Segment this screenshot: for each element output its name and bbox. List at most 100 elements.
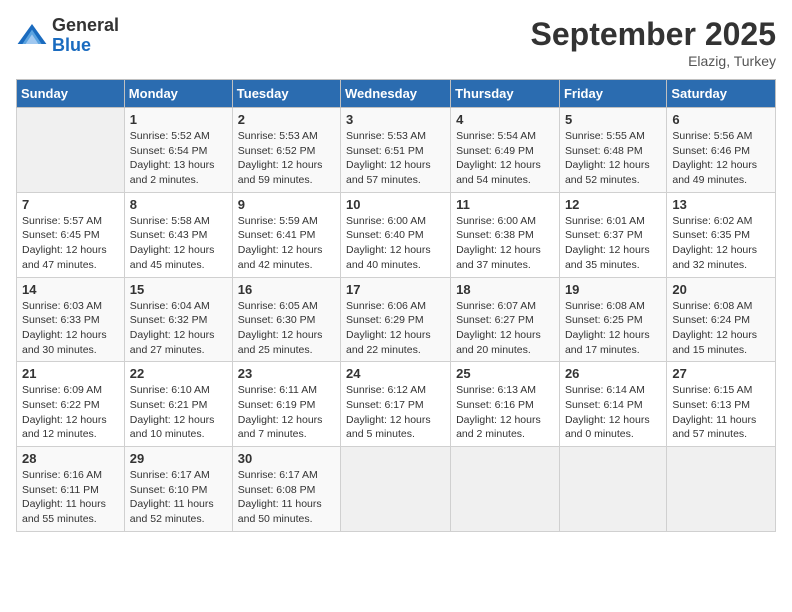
logo-icon bbox=[16, 20, 48, 52]
title-block: September 2025 Elazig, Turkey bbox=[531, 16, 776, 69]
day-info: Sunrise: 5:59 AMSunset: 6:41 PMDaylight:… bbox=[238, 214, 335, 273]
header-day-tuesday: Tuesday bbox=[232, 80, 340, 108]
day-info: Sunrise: 6:05 AMSunset: 6:30 PMDaylight:… bbox=[238, 299, 335, 358]
day-number: 15 bbox=[130, 282, 227, 297]
calendar-cell bbox=[341, 447, 451, 532]
calendar-cell: 11Sunrise: 6:00 AMSunset: 6:38 PMDayligh… bbox=[451, 192, 560, 277]
day-info: Sunrise: 6:14 AMSunset: 6:14 PMDaylight:… bbox=[565, 383, 661, 442]
day-number: 14 bbox=[22, 282, 119, 297]
day-number: 5 bbox=[565, 112, 661, 127]
calendar-cell: 28 Sunrise: 6:16 AMSunset: 6:11 PMDayligh… bbox=[17, 447, 125, 532]
calendar-cell: 18Sunrise: 6:07 AMSunset: 6:27 PMDayligh… bbox=[451, 277, 560, 362]
day-info: Sunrise: 5:55 AMSunset: 6:48 PMDaylight:… bbox=[565, 129, 661, 188]
calendar-cell: 14 Sunrise: 6:03 AMSunset: 6:33 PMDayligh… bbox=[17, 277, 125, 362]
header-day-thursday: Thursday bbox=[451, 80, 560, 108]
calendar-cell: 17 Sunrise: 6:06 AMSunset: 6:29 PMDayligh… bbox=[341, 277, 451, 362]
day-number: 22 bbox=[130, 366, 227, 381]
day-info: Sunrise: 6:09 AMSunset: 6:22 PMDaylight:… bbox=[22, 383, 119, 442]
calendar-week-3: 14 Sunrise: 6:03 AMSunset: 6:33 PMDayligh… bbox=[17, 277, 776, 362]
day-info: Sunrise: 6:15 AMSunset: 6:13 PMDaylight:… bbox=[672, 383, 770, 442]
calendar-cell: 13 Sunrise: 6:02 AMSunset: 6:35 PMDayligh… bbox=[667, 192, 776, 277]
calendar-cell: 25Sunrise: 6:13 AMSunset: 6:16 PMDayligh… bbox=[451, 362, 560, 447]
day-number: 23 bbox=[238, 366, 335, 381]
calendar-cell: 29 Sunrise: 6:17 AMSunset: 6:10 PMDayligh… bbox=[124, 447, 232, 532]
calendar-cell: 7 Sunrise: 5:57 AMSunset: 6:45 PMDaylight… bbox=[17, 192, 125, 277]
day-number: 6 bbox=[672, 112, 770, 127]
calendar-body: 1Sunrise: 5:52 AMSunset: 6:54 PMDaylight… bbox=[17, 108, 776, 532]
day-number: 9 bbox=[238, 197, 335, 212]
day-info: Sunrise: 6:10 AMSunset: 6:21 PMDaylight:… bbox=[130, 383, 227, 442]
day-number: 26 bbox=[565, 366, 661, 381]
day-number: 2 bbox=[238, 112, 335, 127]
calendar-cell: 16 Sunrise: 6:05 AMSunset: 6:30 PMDayligh… bbox=[232, 277, 340, 362]
calendar-cell bbox=[667, 447, 776, 532]
day-info: Sunrise: 5:58 AMSunset: 6:43 PMDaylight:… bbox=[130, 214, 227, 273]
day-number: 8 bbox=[130, 197, 227, 212]
day-number: 17 bbox=[346, 282, 445, 297]
location-subtitle: Elazig, Turkey bbox=[531, 53, 776, 69]
day-info: Sunrise: 5:53 AMSunset: 6:52 PMDaylight:… bbox=[238, 129, 335, 188]
day-info: Sunrise: 6:17 AMSunset: 6:08 PMDaylight:… bbox=[238, 468, 335, 527]
calendar-cell: 22 Sunrise: 6:10 AMSunset: 6:21 PMDayligh… bbox=[124, 362, 232, 447]
day-info: Sunrise: 5:57 AMSunset: 6:45 PMDaylight:… bbox=[22, 214, 119, 273]
calendar-cell bbox=[451, 447, 560, 532]
header-day-friday: Friday bbox=[559, 80, 666, 108]
day-info: Sunrise: 6:00 AMSunset: 6:40 PMDaylight:… bbox=[346, 214, 445, 273]
day-number: 25 bbox=[456, 366, 554, 381]
calendar-week-4: 21 Sunrise: 6:09 AMSunset: 6:22 PMDayligh… bbox=[17, 362, 776, 447]
day-number: 28 bbox=[22, 451, 119, 466]
day-info: Sunrise: 6:06 AMSunset: 6:29 PMDaylight:… bbox=[346, 299, 445, 358]
calendar-cell: 5 Sunrise: 5:55 AMSunset: 6:48 PMDaylight… bbox=[559, 108, 666, 193]
day-number: 29 bbox=[130, 451, 227, 466]
month-title: September 2025 bbox=[531, 16, 776, 53]
calendar-cell bbox=[559, 447, 666, 532]
day-info: Sunrise: 6:01 AMSunset: 6:37 PMDaylight:… bbox=[565, 214, 661, 273]
day-info: Sunrise: 6:17 AMSunset: 6:10 PMDaylight:… bbox=[130, 468, 227, 527]
logo-general-text: General bbox=[52, 16, 119, 36]
day-number: 27 bbox=[672, 366, 770, 381]
day-number: 18 bbox=[456, 282, 554, 297]
day-info: Sunrise: 6:02 AMSunset: 6:35 PMDaylight:… bbox=[672, 214, 770, 273]
day-number: 30 bbox=[238, 451, 335, 466]
calendar-cell: 19 Sunrise: 6:08 AMSunset: 6:25 PMDayligh… bbox=[559, 277, 666, 362]
calendar-table: SundayMondayTuesdayWednesdayThursdayFrid… bbox=[16, 79, 776, 532]
header-day-wednesday: Wednesday bbox=[341, 80, 451, 108]
day-info: Sunrise: 5:54 AMSunset: 6:49 PMDaylight:… bbox=[456, 129, 554, 188]
day-number: 16 bbox=[238, 282, 335, 297]
day-info: Sunrise: 5:52 AMSunset: 6:54 PMDaylight:… bbox=[130, 129, 227, 188]
day-number: 19 bbox=[565, 282, 661, 297]
logo-blue-text: Blue bbox=[52, 36, 119, 56]
calendar-cell: 20Sunrise: 6:08 AMSunset: 6:24 PMDayligh… bbox=[667, 277, 776, 362]
page-header: General Blue September 2025 Elazig, Turk… bbox=[16, 16, 776, 69]
day-info: Sunrise: 6:04 AMSunset: 6:32 PMDaylight:… bbox=[130, 299, 227, 358]
calendar-cell: 30 Sunrise: 6:17 AMSunset: 6:08 PMDayligh… bbox=[232, 447, 340, 532]
day-number: 7 bbox=[22, 197, 119, 212]
day-info: Sunrise: 6:08 AMSunset: 6:25 PMDaylight:… bbox=[565, 299, 661, 358]
calendar-cell: 23 Sunrise: 6:11 AMSunset: 6:19 PMDayligh… bbox=[232, 362, 340, 447]
calendar-cell: 24 Sunrise: 6:12 AMSunset: 6:17 PMDayligh… bbox=[341, 362, 451, 447]
calendar-cell: 12 Sunrise: 6:01 AMSunset: 6:37 PMDayligh… bbox=[559, 192, 666, 277]
day-number: 21 bbox=[22, 366, 119, 381]
day-info: Sunrise: 6:11 AMSunset: 6:19 PMDaylight:… bbox=[238, 383, 335, 442]
calendar-cell: 21 Sunrise: 6:09 AMSunset: 6:22 PMDayligh… bbox=[17, 362, 125, 447]
calendar-cell: 3Sunrise: 5:53 AMSunset: 6:51 PMDaylight… bbox=[341, 108, 451, 193]
logo: General Blue bbox=[16, 16, 119, 56]
day-number: 12 bbox=[565, 197, 661, 212]
calendar-header: SundayMondayTuesdayWednesdayThursdayFrid… bbox=[17, 80, 776, 108]
calendar-cell: 2 Sunrise: 5:53 AMSunset: 6:52 PMDaylight… bbox=[232, 108, 340, 193]
header-day-saturday: Saturday bbox=[667, 80, 776, 108]
day-info: Sunrise: 6:12 AMSunset: 6:17 PMDaylight:… bbox=[346, 383, 445, 442]
day-info: Sunrise: 6:00 AMSunset: 6:38 PMDaylight:… bbox=[456, 214, 554, 273]
day-info: Sunrise: 6:08 AMSunset: 6:24 PMDaylight:… bbox=[672, 299, 770, 358]
calendar-cell: 4 Sunrise: 5:54 AMSunset: 6:49 PMDaylight… bbox=[451, 108, 560, 193]
day-info: Sunrise: 6:03 AMSunset: 6:33 PMDaylight:… bbox=[22, 299, 119, 358]
day-number: 4 bbox=[456, 112, 554, 127]
header-day-monday: Monday bbox=[124, 80, 232, 108]
day-number: 24 bbox=[346, 366, 445, 381]
calendar-cell: 8 Sunrise: 5:58 AMSunset: 6:43 PMDaylight… bbox=[124, 192, 232, 277]
day-info: Sunrise: 6:16 AMSunset: 6:11 PMDaylight:… bbox=[22, 468, 119, 527]
day-number: 13 bbox=[672, 197, 770, 212]
calendar-week-1: 1Sunrise: 5:52 AMSunset: 6:54 PMDaylight… bbox=[17, 108, 776, 193]
calendar-cell bbox=[17, 108, 125, 193]
calendar-week-2: 7 Sunrise: 5:57 AMSunset: 6:45 PMDaylight… bbox=[17, 192, 776, 277]
